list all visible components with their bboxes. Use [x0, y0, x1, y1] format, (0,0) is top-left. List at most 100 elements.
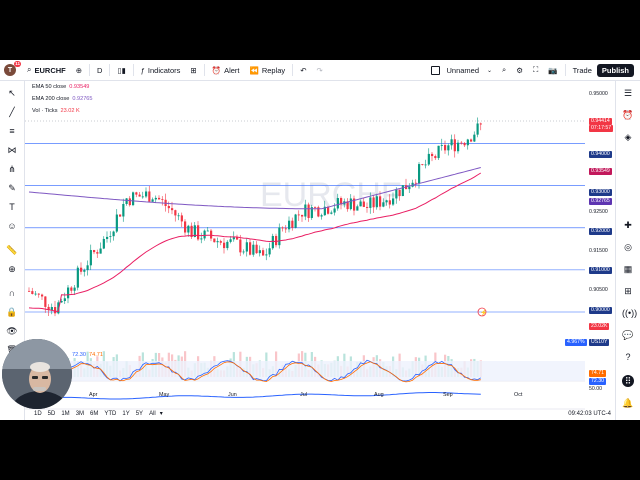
snapshot-button[interactable]: 📷 — [543, 60, 562, 80]
hide-drawings-icon[interactable]: 👁 — [6, 325, 18, 337]
price-tick: 0.90500 — [589, 287, 608, 293]
candle-body — [31, 291, 34, 295]
layers-icon[interactable]: ◈ — [622, 131, 634, 143]
layout-menu[interactable]: Unnamed ⌄ — [426, 60, 497, 80]
candle-body — [414, 182, 417, 184]
candle-body — [379, 196, 382, 207]
candle-body — [401, 185, 404, 197]
apps-grid-icon[interactable]: ⠿ — [622, 375, 634, 387]
quick-search-button[interactable]: ⌕ — [497, 60, 511, 80]
candle-body — [278, 227, 281, 246]
webcam-overlay — [2, 339, 72, 409]
range-1y[interactable]: 1Y — [122, 411, 129, 417]
target-icon[interactable]: ◎ — [622, 241, 634, 253]
candle-body — [112, 231, 115, 237]
fullscreen-button[interactable]: ⛶ — [528, 60, 543, 80]
candle-body — [255, 244, 258, 254]
time-tick: Sep — [443, 392, 453, 398]
brush-icon[interactable]: ✎ — [6, 182, 18, 194]
cursor-icon[interactable]: ↖ — [6, 87, 18, 99]
candle-body — [161, 199, 164, 201]
chat-icon[interactable]: 💬 — [622, 329, 634, 341]
time-tick: Jun — [228, 392, 237, 398]
lock-drawings-icon[interactable]: 🔒 — [6, 306, 18, 318]
range-1d[interactable]: 1D — [34, 411, 42, 417]
price-axis[interactable]: 0.95000 0.94414 07:17:57 0.94000 0.93549… — [565, 81, 615, 401]
text-icon[interactable]: T — [6, 201, 18, 213]
candle-body — [223, 242, 226, 249]
trend-line-icon[interactable]: ╱ — [6, 106, 18, 118]
clock[interactable]: 09:42:03 UTC-4 — [568, 411, 611, 417]
candle-body — [362, 201, 365, 207]
undo-button[interactable]: ↶ — [295, 60, 311, 80]
date-range-icon[interactable]: ▾ — [160, 410, 163, 417]
candle-body — [460, 142, 463, 144]
alert-button[interactable]: ⏰ Alert — [207, 60, 245, 80]
grid-icon: ⊞ — [190, 65, 197, 75]
candle-body — [50, 307, 53, 310]
candle-body — [349, 198, 352, 210]
candle-body — [86, 265, 89, 271]
redo-button[interactable]: ↷ — [311, 60, 327, 80]
fib-icon[interactable]: ≡ — [6, 125, 18, 137]
replay-button[interactable]: ⏪ Replay — [244, 60, 290, 80]
candle-body — [447, 145, 450, 151]
candle-body — [470, 139, 473, 142]
interval-button[interactable]: D — [92, 60, 107, 80]
indicators-label: Indicators — [147, 65, 181, 75]
projection-icon[interactable]: ⋔ — [6, 163, 18, 175]
range-3m[interactable]: 3M — [76, 411, 84, 417]
range-5d[interactable]: 5D — [48, 411, 56, 417]
zoom-in-icon[interactable]: ⊕ — [6, 263, 18, 275]
candle-body — [288, 220, 291, 230]
candle-body — [366, 206, 369, 208]
range-5y[interactable]: 5Y — [136, 411, 143, 417]
ideas-icon[interactable]: ✚ — [622, 219, 634, 231]
candle-body — [336, 198, 339, 209]
watchlist-icon[interactable]: ☰ — [622, 87, 634, 99]
ruler-icon[interactable]: 📏 — [6, 244, 18, 256]
templates-button[interactable]: ⊞ — [185, 60, 201, 80]
price-chart[interactable]: EURCHF ⚡ — [25, 81, 590, 411]
volume-legend[interactable]: Vol · Ticks 23.02 K — [32, 108, 80, 114]
calendar-icon[interactable]: ▦ — [622, 263, 634, 275]
gear-icon: ⚙ — [516, 65, 523, 75]
candle-body — [109, 236, 112, 237]
range-ytd[interactable]: YTD — [104, 411, 116, 417]
alert-label: Alert — [224, 65, 240, 75]
settings-button[interactable]: ⚙ — [511, 60, 528, 80]
ema50-line — [28, 172, 482, 312]
icons-icon[interactable]: ☺ — [6, 220, 18, 232]
candle-body — [466, 139, 469, 146]
candle-body — [96, 252, 99, 254]
profile-avatar[interactable]: T 11 — [4, 61, 21, 76]
help-icon[interactable]: ? — [622, 351, 634, 363]
ema200-legend[interactable]: EMA 200 close 0.92765 — [32, 96, 93, 102]
alarm-clock-icon[interactable]: ⏰ — [622, 109, 634, 121]
candle-body — [385, 200, 388, 203]
range-all[interactable]: All — [149, 411, 156, 417]
range-1m[interactable]: 1M — [61, 411, 69, 417]
apps-icon[interactable]: ⊞ — [622, 285, 634, 297]
compare-button[interactable]: ⊕ — [71, 60, 87, 80]
chart-type-button[interactable]: ▯▮ — [112, 60, 130, 80]
symbol-search[interactable]: ⌕ EURCHF — [22, 60, 71, 80]
ema50-legend[interactable]: EMA 50 close 0.93549 — [32, 84, 89, 90]
pattern-icon[interactable]: ⋈ — [6, 144, 18, 156]
broadcast-icon[interactable]: ((•)) — [622, 307, 637, 319]
notification-badge: 11 — [14, 61, 21, 67]
candle-body — [265, 254, 268, 256]
publish-button[interactable]: Publish — [596, 63, 634, 77]
indicators-button[interactable]: ƒ Indicators — [136, 60, 186, 80]
magnet-icon[interactable]: ∩ — [6, 287, 18, 299]
bell-icon[interactable]: 🔔 — [622, 397, 634, 409]
candle-body — [375, 196, 378, 208]
candle-body — [171, 208, 174, 211]
candle-body — [54, 307, 57, 314]
candles-icon: ▯▮ — [117, 65, 126, 75]
candle-body — [427, 153, 430, 165]
stoch-legend[interactable]: 72.30 74.71 — [72, 352, 103, 358]
trade-button[interactable]: Trade — [568, 60, 597, 80]
legend-value: 23.02 K — [60, 108, 80, 114]
range-6m[interactable]: 6M — [90, 411, 98, 417]
